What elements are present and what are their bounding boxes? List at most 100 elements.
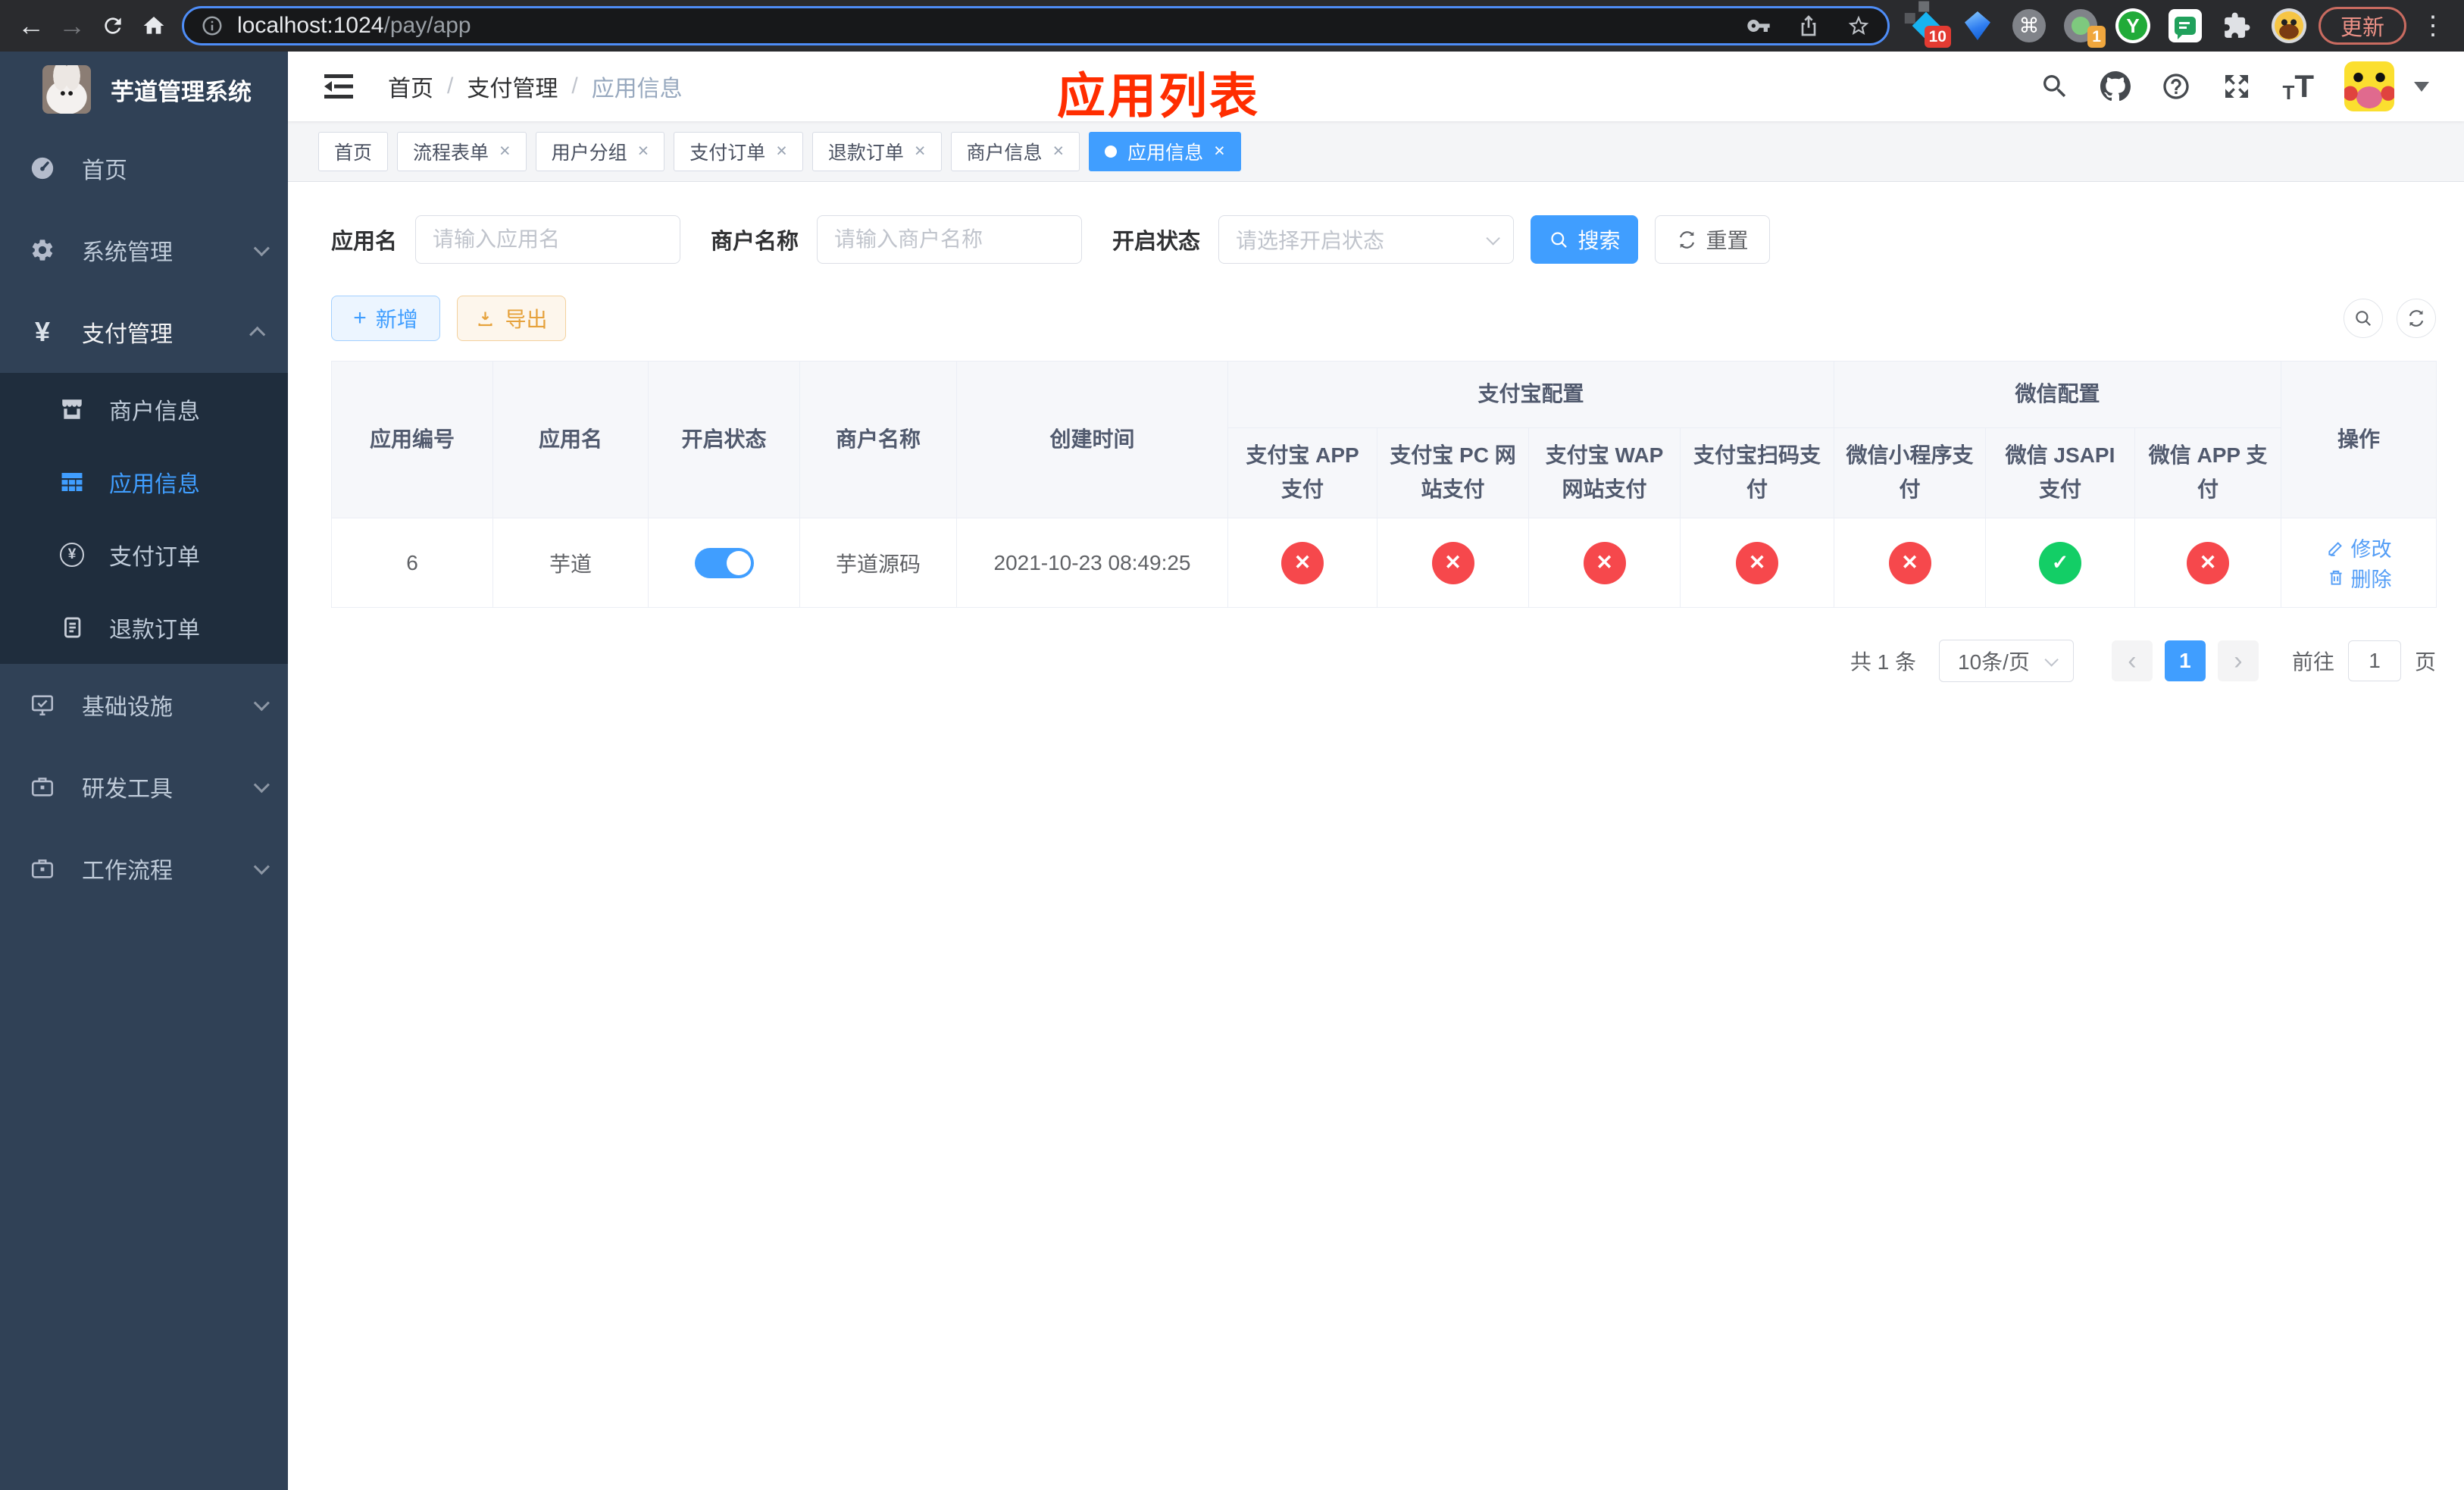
sidebar-item-label: 支付订单 bbox=[109, 545, 200, 570]
extension-diamond-icon[interactable]: 10 bbox=[1909, 9, 1951, 48]
goto-label: 前往 bbox=[2291, 650, 2334, 674]
sidebar-item-system[interactable]: 系统管理 bbox=[0, 209, 288, 291]
sidebar-item-app-info[interactable]: 应用信息 bbox=[0, 446, 288, 518]
browser-url-bar[interactable]: localhost:1024/pay/app bbox=[182, 6, 1890, 45]
app-title: 芋道管理系统 bbox=[111, 78, 252, 105]
extension-badge: 10 bbox=[1924, 26, 1951, 48]
edit-button[interactable]: 修改 bbox=[2326, 533, 2392, 562]
next-page-button[interactable]: › bbox=[2217, 640, 2259, 681]
col-header-wechat-mini: 微信小程序支付 bbox=[1834, 427, 1987, 518]
sidebar-item-dev-tools[interactable]: 研发工具 bbox=[0, 746, 288, 828]
app-name-input[interactable] bbox=[415, 215, 681, 264]
sidebar-item-label: 支付管理 bbox=[82, 322, 173, 347]
tab-user-group[interactable]: 用户分组 × bbox=[535, 131, 665, 171]
browser-update-button[interactable]: 更新 bbox=[2318, 7, 2406, 45]
payment-submenu: 商户信息 应用信息 ¥ 支付订单 退款订单 bbox=[0, 373, 288, 664]
close-icon[interactable]: × bbox=[776, 142, 787, 161]
col-header-wechat-jsapi: 微信 JSAPI 支付 bbox=[1985, 427, 2136, 518]
merchant-name-input[interactable] bbox=[817, 215, 1083, 264]
col-header-wechat-app: 微信 APP 支付 bbox=[2134, 427, 2282, 518]
user-avatar[interactable] bbox=[2344, 61, 2394, 111]
avatar-caret-icon[interactable] bbox=[2414, 81, 2429, 92]
sidebar-item-pay-order[interactable]: ¥ 支付订单 bbox=[0, 518, 288, 591]
col-group-alipay: 支付宝配置 bbox=[1227, 361, 1835, 428]
tab-pay-order[interactable]: 支付订单 × bbox=[674, 131, 803, 171]
sidebar-item-label: 商户信息 bbox=[109, 399, 200, 424]
tab-flow-form[interactable]: 流程表单 × bbox=[397, 131, 527, 171]
close-icon[interactable]: × bbox=[499, 142, 511, 161]
extension-recorder-icon[interactable]: 1 bbox=[2063, 9, 2106, 48]
search-icon bbox=[2356, 311, 2371, 326]
delete-button[interactable]: 删除 bbox=[2326, 563, 2392, 593]
search-icon[interactable] bbox=[2040, 71, 2070, 102]
status-toggle[interactable] bbox=[694, 547, 754, 578]
sidebar-collapse-icon[interactable] bbox=[323, 73, 355, 100]
sidebar-item-home[interactable]: 首页 bbox=[0, 127, 288, 209]
sidebar-item-label: 基础设施 bbox=[82, 695, 173, 720]
col-header-app-name: 应用名 bbox=[492, 361, 649, 518]
url-text[interactable]: localhost:1024/pay/app bbox=[237, 13, 1731, 39]
browser-home-icon[interactable] bbox=[133, 5, 174, 46]
pencil-icon bbox=[2328, 541, 2342, 556]
tab-label: 应用信息 bbox=[1127, 142, 1204, 164]
share-icon[interactable] bbox=[1796, 14, 1821, 38]
col-header-created: 创建时间 bbox=[956, 361, 1228, 518]
goto-page-input[interactable] bbox=[2347, 640, 2401, 681]
export-button[interactable]: 导出 bbox=[457, 296, 566, 341]
profile-avatar-icon[interactable] bbox=[2271, 8, 2306, 43]
password-key-icon[interactable] bbox=[1746, 14, 1771, 38]
close-icon[interactable]: × bbox=[1214, 142, 1225, 161]
plus-icon: + bbox=[353, 305, 367, 330]
page-size-select[interactable]: 10条/页 bbox=[1938, 640, 2074, 682]
extension-y-icon[interactable]: Y bbox=[2115, 8, 2150, 43]
extension-chat-icon[interactable] bbox=[2168, 9, 2202, 42]
search-icon bbox=[1550, 231, 1567, 248]
tab-label: 首页 bbox=[334, 142, 373, 164]
refresh-table-button[interactable] bbox=[2397, 299, 2436, 338]
sidebar-item-payment[interactable]: ¥ 支付管理 bbox=[0, 291, 288, 373]
extension-gem-icon[interactable] bbox=[1961, 9, 1994, 42]
browser-back-icon[interactable]: ← bbox=[11, 5, 52, 46]
current-page-button[interactable]: 1 bbox=[2164, 640, 2206, 681]
close-icon[interactable]: × bbox=[1053, 142, 1065, 161]
config-status-icon: ✕ bbox=[2187, 541, 2230, 584]
breadcrumb-payment[interactable]: 支付管理 bbox=[467, 70, 558, 103]
reset-button[interactable]: 重置 bbox=[1655, 215, 1771, 264]
page-info-icon[interactable] bbox=[201, 14, 224, 37]
breadcrumb-home[interactable]: 首页 bbox=[388, 70, 433, 103]
toggle-search-button[interactable] bbox=[2344, 299, 2383, 338]
github-icon[interactable] bbox=[2100, 71, 2131, 102]
sidebar-item-workflow[interactable]: 工作流程 bbox=[0, 828, 288, 909]
font-size-icon[interactable]: TT bbox=[2282, 70, 2314, 103]
search-button[interactable]: 搜索 bbox=[1531, 215, 1639, 264]
tab-refund-order[interactable]: 退款订单 × bbox=[811, 131, 942, 171]
prev-page-button[interactable]: ‹ bbox=[2111, 640, 2153, 681]
config-status-icon: ✕ bbox=[1736, 541, 1778, 584]
status-select[interactable]: 请选择开启状态 bbox=[1218, 215, 1515, 264]
browser-refresh-icon[interactable] bbox=[92, 5, 133, 46]
config-status-icon: ✕ bbox=[1281, 541, 1324, 584]
close-icon[interactable]: × bbox=[638, 142, 649, 161]
tab-merchant-info[interactable]: 商户信息 × bbox=[950, 131, 1080, 171]
add-button[interactable]: + 新增 bbox=[331, 296, 440, 341]
close-icon[interactable]: × bbox=[915, 142, 926, 161]
fullscreen-icon[interactable] bbox=[2222, 71, 2252, 102]
sidebar-item-refund-order[interactable]: 退款订单 bbox=[0, 591, 288, 664]
sidebar-logo-row[interactable]: 芋道管理系统 bbox=[0, 52, 288, 127]
browser-menu-icon[interactable]: ⋮ bbox=[2412, 11, 2453, 41]
sidebar-item-merchant-info[interactable]: 商户信息 bbox=[0, 373, 288, 446]
tab-home[interactable]: 首页 bbox=[318, 131, 389, 171]
extensions-puzzle-icon[interactable] bbox=[2220, 9, 2253, 42]
col-header-alipay-qr: 支付宝扫码支付 bbox=[1679, 427, 1835, 518]
col-header-merchant: 商户名称 bbox=[799, 361, 957, 518]
help-icon[interactable] bbox=[2161, 71, 2191, 102]
browser-forward-icon[interactable]: → bbox=[52, 5, 92, 46]
bookmark-star-icon[interactable] bbox=[1846, 14, 1871, 38]
extension-command-icon[interactable]: ⌘ bbox=[2012, 9, 2046, 42]
chevron-down-icon bbox=[2044, 652, 2059, 667]
tab-app-info[interactable]: 应用信息 × bbox=[1089, 131, 1241, 171]
config-status-icon: ✓ bbox=[2039, 541, 2082, 584]
extensions-area: 10 ⌘ 1 Y bbox=[1909, 8, 2306, 48]
sidebar-item-infrastructure[interactable]: 基础设施 bbox=[0, 664, 288, 746]
tab-label: 支付订单 bbox=[689, 142, 766, 164]
